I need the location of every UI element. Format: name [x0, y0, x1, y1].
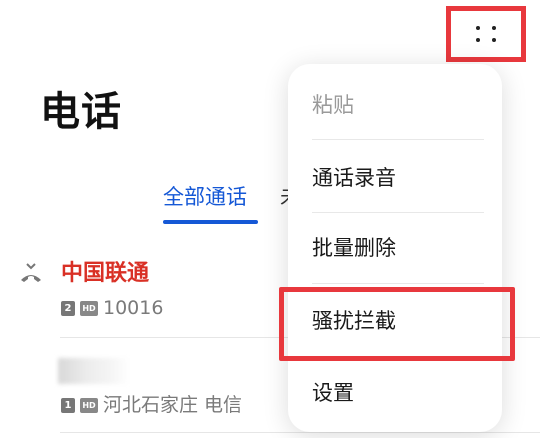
menu-item-batch-delete[interactable]: 批量删除: [312, 238, 396, 259]
hd-badge: HD: [80, 398, 98, 413]
more-dots-icon: [476, 26, 496, 42]
menu-item-paste[interactable]: 粘贴: [312, 95, 354, 116]
overflow-menu: 粘贴 通话录音 批量删除 骚扰拦截 设置: [288, 64, 502, 432]
page-title: 电话: [40, 89, 122, 135]
call-row-1-name[interactable]: 中国联通: [61, 263, 149, 285]
row-divider: [60, 432, 540, 433]
menu-divider: [312, 283, 484, 284]
menu-divider: [312, 139, 484, 140]
menu-divider: [312, 212, 484, 213]
hd-badge: HD: [80, 301, 98, 316]
call-row-1-detail: 10016: [103, 297, 164, 319]
sim-badge: 1: [61, 398, 75, 413]
missed-call-icon: [18, 262, 44, 284]
call-row-2-meta: 1 HD 河北石家庄 电信: [61, 396, 242, 415]
call-row-2-name-redacted[interactable]: [58, 358, 130, 384]
menu-item-call-recording[interactable]: 通话录音: [312, 168, 396, 189]
call-row-2-detail: 河北石家庄 电信: [103, 394, 243, 416]
tab-active-indicator: [163, 220, 258, 224]
more-options-button[interactable]: [446, 6, 526, 62]
highlight-box: [279, 287, 515, 361]
menu-item-settings[interactable]: 设置: [312, 383, 354, 404]
sim-badge: 2: [61, 301, 75, 316]
call-row-1-meta: 2 HD 10016: [61, 299, 163, 318]
tab-all-calls[interactable]: 全部通话: [163, 187, 247, 208]
